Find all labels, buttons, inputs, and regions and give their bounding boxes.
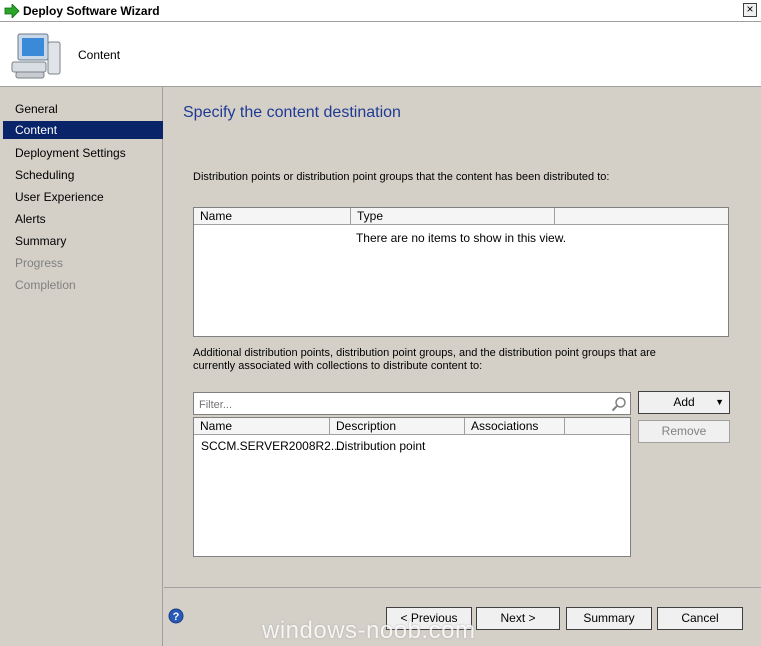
computer-icon: [11, 33, 61, 79]
column-header-type[interactable]: Type: [351, 208, 555, 225]
empty-list-message: There are no items to show in this view.: [355, 231, 567, 245]
content-page: Specify the content destination Distribu…: [164, 87, 761, 587]
row-name: SCCM.SERVER2008R2....: [201, 439, 345, 453]
wizard-arrow-icon: [4, 4, 20, 18]
svg-text:?: ?: [173, 611, 180, 623]
watermark-text: windows-noob.com: [262, 617, 476, 644]
add-button-label: Add: [673, 395, 695, 409]
column-header-name[interactable]: Name: [194, 418, 330, 435]
sidebar-item-deployment-settings[interactable]: Deployment Settings: [3, 144, 163, 162]
page-heading: Specify the content destination: [183, 104, 401, 121]
column-header-description[interactable]: Description: [330, 418, 465, 435]
wizard-header: Content: [0, 22, 761, 87]
dropdown-arrow-icon: ▼: [715, 397, 724, 407]
window-title: Deploy Software Wizard: [23, 4, 160, 18]
column-header-associations[interactable]: Associations: [465, 418, 565, 435]
footer-divider: [164, 587, 761, 588]
sidebar-item-summary[interactable]: Summary: [3, 232, 163, 250]
remove-button: Remove: [638, 420, 730, 443]
row-description: Distribution point: [336, 439, 426, 453]
sidebar-item-content[interactable]: Content: [3, 121, 163, 139]
title-bar: Deploy Software Wizard ×: [0, 0, 761, 22]
wizard-steps-sidebar: General Content Deployment Settings Sche…: [0, 87, 163, 646]
search-icon[interactable]: [611, 396, 627, 412]
distributed-label: Distribution points or distribution poin…: [193, 171, 610, 183]
sidebar-item-user-experience[interactable]: User Experience: [3, 188, 163, 206]
table-row[interactable]: SCCM.SERVER2008R2.... Distribution point: [194, 438, 630, 454]
sidebar-item-scheduling[interactable]: Scheduling: [3, 166, 163, 184]
summary-button[interactable]: Summary: [566, 607, 652, 630]
page-label: Content: [78, 48, 121, 62]
next-button[interactable]: Next >: [476, 607, 560, 630]
sidebar-item-alerts[interactable]: Alerts: [3, 210, 163, 228]
column-header-filler: [555, 208, 728, 225]
sidebar-item-general[interactable]: General: [3, 100, 163, 118]
column-header-filler: [565, 418, 630, 435]
filter-box[interactable]: [193, 392, 631, 415]
additional-list[interactable]: Name Description Associations SCCM.SERVE…: [193, 417, 631, 557]
cancel-button[interactable]: Cancel: [657, 607, 743, 630]
distributed-list[interactable]: Name Type There are no items to show in …: [193, 207, 729, 337]
add-button[interactable]: Add ▼: [638, 391, 730, 414]
close-button[interactable]: ×: [743, 3, 757, 17]
help-icon[interactable]: ?: [168, 608, 184, 624]
sidebar-item-progress: Progress: [15, 256, 64, 270]
filter-input[interactable]: [197, 396, 611, 413]
column-header-name[interactable]: Name: [194, 208, 351, 225]
sidebar-item-completion: Completion: [15, 278, 76, 292]
additional-label: Additional distribution points, distribu…: [193, 347, 656, 372]
